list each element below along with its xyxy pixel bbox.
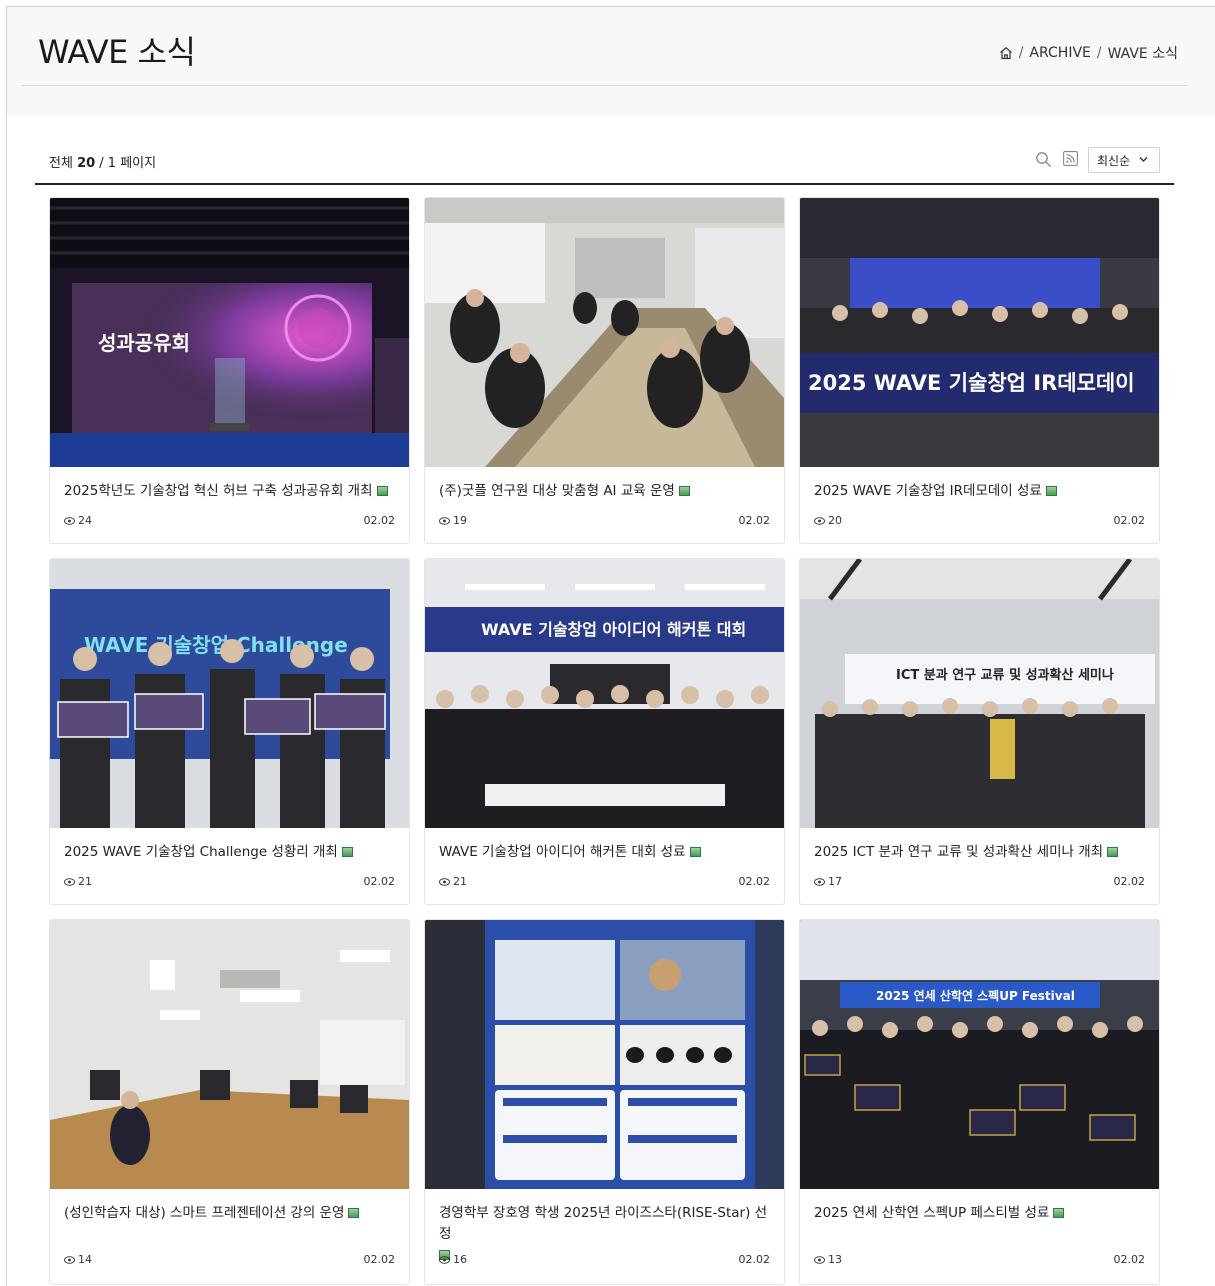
eye-icon [439, 516, 450, 525]
post-title[interactable]: 경영학부 장호영 학생 2025년 라이즈스타(RISE-Star) 선정 [439, 1203, 771, 1266]
view-count-value: 19 [453, 514, 467, 527]
post-date: 02.02 [363, 875, 396, 888]
image-attachment-icon [1107, 847, 1119, 857]
post-card[interactable]: (주)굿플 연구원 대상 맞춤형 AI 교육 운영 19 02.02 [424, 197, 785, 544]
view-count-value: 21 [78, 875, 92, 888]
sort-select[interactable]: 최신순 [1088, 147, 1160, 173]
view-count: 21 [64, 875, 92, 888]
post-title[interactable]: 2025 WAVE 기술창업 IR데모데이 성료 [814, 481, 1146, 502]
eye-icon [814, 1255, 825, 1264]
post-date: 02.02 [738, 1253, 771, 1266]
view-count: 19 [439, 514, 467, 527]
eye-icon [64, 516, 75, 525]
post-date: 02.02 [738, 514, 771, 527]
breadcrumb: / ARCHIVE / WAVE 소식 [999, 43, 1178, 63]
rss-icon[interactable] [1063, 151, 1078, 170]
image-attachment-icon [348, 1208, 360, 1218]
thumb-caption: 2025 WAVE 기술창업 IR데모데이 [808, 371, 1135, 395]
post-card[interactable]: 성과공유회 2025학년도 기술창업 혁신 허브 구축 성과공유회 개최 24 … [49, 197, 410, 544]
post-title[interactable]: (성인학습자 대상) 스마트 프레젠테이션 강의 운영 [64, 1203, 396, 1224]
image-attachment-icon [689, 847, 701, 857]
image-attachment-icon [678, 486, 690, 496]
eye-icon [814, 877, 825, 886]
thumb-caption: WAVE 기술창업 아이디어 해커톤 대회 [481, 620, 746, 639]
view-count: 13 [814, 1253, 842, 1266]
image-attachment-icon [341, 847, 353, 857]
post-card[interactable]: 경영학부 장호영 학생 2025년 라이즈스타(RISE-Star) 선정 16… [424, 919, 785, 1285]
view-count: 20 [814, 514, 842, 527]
view-count: 24 [64, 514, 92, 527]
eye-icon [439, 877, 450, 886]
view-count-value: 21 [453, 875, 467, 888]
view-count-value: 16 [453, 1253, 467, 1266]
post-thumbnail[interactable] [425, 198, 784, 467]
chevron-down-icon [1138, 154, 1149, 168]
breadcrumb-separator: / [1018, 45, 1024, 61]
post-title[interactable]: 2025학년도 기술창업 혁신 허브 구축 성과공유회 개최 [64, 481, 396, 502]
breadcrumb-separator: / [1096, 45, 1102, 61]
post-date: 02.02 [363, 1253, 396, 1266]
view-count: 14 [64, 1253, 92, 1266]
post-date: 02.02 [738, 875, 771, 888]
post-card[interactable]: WAVE 기술창업 Challenge 2025 WAVE 기술창업 Chall… [49, 558, 410, 905]
gallery-grid: 성과공유회 2025학년도 기술창업 혁신 허브 구축 성과공유회 개최 24 … [49, 197, 1160, 1285]
post-date: 02.02 [1113, 1253, 1146, 1266]
search-icon[interactable] [1035, 151, 1052, 172]
image-attachment-icon [376, 486, 388, 496]
view-count-value: 14 [78, 1253, 92, 1266]
post-date: 02.02 [1113, 875, 1146, 888]
home-icon[interactable] [999, 46, 1013, 60]
eye-icon [64, 877, 75, 886]
post-date: 02.02 [1113, 514, 1146, 527]
view-count-value: 20 [828, 514, 842, 527]
post-thumbnail[interactable]: WAVE 기술창업 아이디어 해커톤 대회 [425, 559, 784, 828]
post-thumbnail[interactable]: WAVE 기술창업 Challenge [50, 559, 409, 828]
view-count: 21 [439, 875, 467, 888]
post-thumbnail[interactable]: 2025 WAVE 기술창업 IR데모데이 [800, 198, 1159, 467]
frame-border-left [6, 6, 7, 1286]
post-card[interactable]: 2025 WAVE 기술창업 IR데모데이 2025 WAVE 기술창업 IR데… [799, 197, 1160, 544]
post-card[interactable]: 2025 연세 산학연 스펙UP Festival 2025 연세 산학연 스펙… [799, 919, 1160, 1285]
view-count-value: 17 [828, 875, 842, 888]
image-attachment-icon [1053, 1208, 1065, 1218]
page-title: WAVE 소식 [38, 33, 196, 71]
post-thumbnail[interactable] [425, 920, 784, 1189]
eye-icon [814, 516, 825, 525]
thumb-caption: ICT 분과 연구 교류 및 성과확산 세미나 [896, 667, 1114, 683]
post-count: 전체 20 / 1 페이지 [49, 152, 156, 171]
post-title[interactable]: 2025 ICT 분과 연구 교류 및 성과확산 세미나 개최 [814, 842, 1146, 863]
post-title[interactable]: 2025 연세 산학연 스펙UP 페스티벌 성료 [814, 1203, 1146, 1224]
count-total: 20 [77, 156, 96, 171]
breadcrumb-current[interactable]: WAVE 소식 [1108, 43, 1178, 63]
eye-icon [64, 1255, 75, 1264]
view-count-value: 13 [828, 1253, 842, 1266]
post-title[interactable]: WAVE 기술창업 아이디어 해커톤 대회 성료 [439, 842, 771, 863]
count-suffix: / 1 페이지 [99, 156, 157, 171]
sort-selected-value: 최신순 [1097, 153, 1131, 168]
post-thumbnail[interactable]: 성과공유회 [50, 198, 409, 467]
view-count: 16 [439, 1253, 467, 1266]
post-title[interactable]: 2025 WAVE 기술창업 Challenge 성황리 개최 [64, 842, 396, 863]
page-header: WAVE 소식 / ARCHIVE / WAVE 소식 [7, 7, 1215, 115]
view-count: 17 [814, 875, 842, 888]
post-card[interactable]: ICT 분과 연구 교류 및 성과확산 세미나 2025 ICT 분과 연구 교… [799, 558, 1160, 905]
list-toolbar: 전체 20 / 1 페이지 최신순 [35, 145, 1174, 185]
thumb-caption: 성과공유회 [98, 331, 190, 355]
header-divider [21, 85, 1188, 86]
post-date: 02.02 [363, 514, 396, 527]
breadcrumb-archive[interactable]: ARCHIVE [1029, 45, 1090, 61]
eye-icon [439, 1255, 450, 1264]
thumb-caption: 2025 연세 산학연 스펙UP Festival [876, 988, 1075, 1003]
image-attachment-icon [1045, 486, 1057, 496]
post-card[interactable]: WAVE 기술창업 아이디어 해커톤 대회 WAVE 기술창업 아이디어 해커톤… [424, 558, 785, 905]
count-prefix: 전체 [49, 156, 73, 171]
post-thumbnail[interactable]: 2025 연세 산학연 스펙UP Festival [800, 920, 1159, 1189]
post-thumbnail[interactable] [50, 920, 409, 1189]
view-count-value: 24 [78, 514, 92, 527]
post-card[interactable]: (성인학습자 대상) 스마트 프레젠테이션 강의 운영 14 02.02 [49, 919, 410, 1285]
post-title[interactable]: (주)굿플 연구원 대상 맞춤형 AI 교육 운영 [439, 481, 771, 502]
post-thumbnail[interactable]: ICT 분과 연구 교류 및 성과확산 세미나 [800, 559, 1159, 828]
